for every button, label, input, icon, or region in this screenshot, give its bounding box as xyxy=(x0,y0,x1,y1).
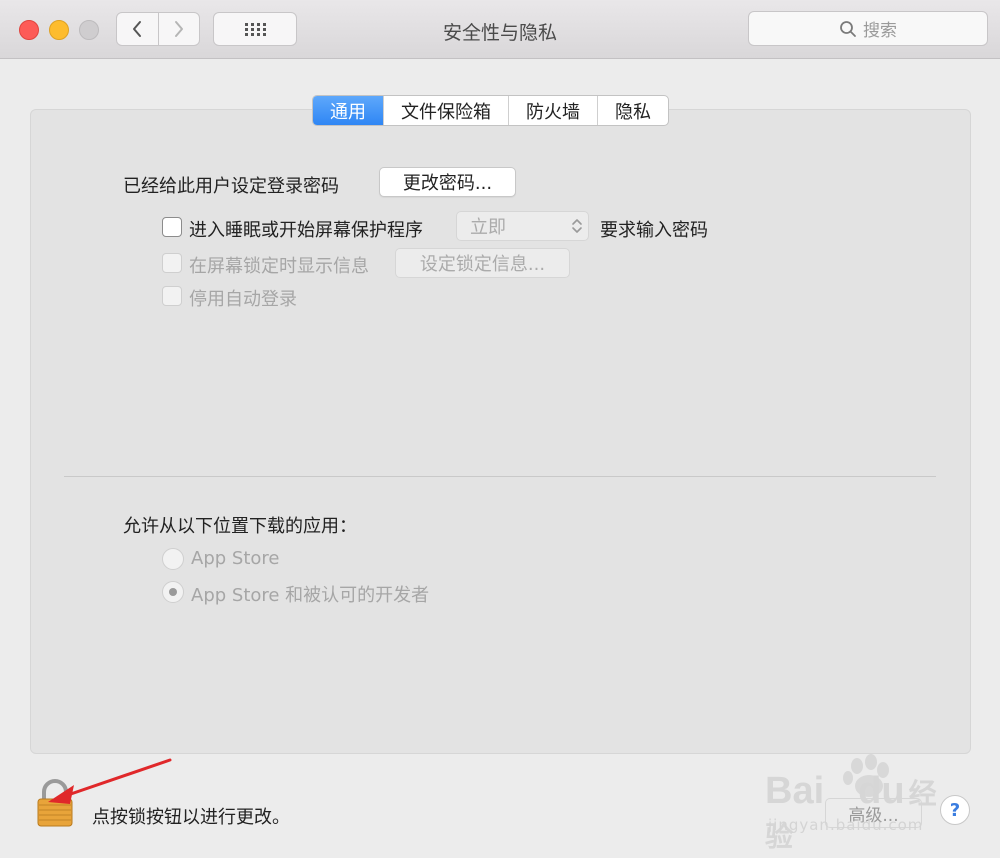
watermark-url: jingyan.baidu.com xyxy=(768,816,924,834)
baidu-watermark: Bai du 经验 jingyan.baidu.com xyxy=(765,752,945,852)
radio-app-store-identified-label: App Store 和被认可的开发者 xyxy=(191,585,430,606)
radio-selected-dot xyxy=(169,588,177,596)
disable-auto-login-label: 停用自动登录 xyxy=(189,289,297,310)
tab-privacy[interactable]: 隐私 xyxy=(597,96,668,125)
password-delay-value: 立即 xyxy=(470,217,506,238)
search-icon xyxy=(840,20,856,37)
tab-bar: 通用 文件保险箱 防火墙 隐私 xyxy=(312,95,669,126)
password-set-label: 已经给此用户设定登录密码 xyxy=(123,176,339,197)
search-placeholder: 搜索 xyxy=(863,21,897,41)
search-field[interactable]: 搜索 xyxy=(748,11,988,46)
password-delay-select[interactable]: 立即 xyxy=(456,211,589,241)
updown-chevron-icon xyxy=(572,219,582,233)
show-message-label: 在屏幕锁定时显示信息 xyxy=(189,256,369,277)
watermark-brand2: du xyxy=(858,770,905,812)
require-password-label: 进入睡眠或开始屏幕保护程序 xyxy=(189,220,423,241)
radio-app-store-label: App Store xyxy=(191,548,280,569)
set-lock-message-button[interactable]: 设定锁定信息... xyxy=(395,248,570,278)
require-password-checkbox[interactable] xyxy=(162,217,182,237)
tab-firewall[interactable]: 防火墙 xyxy=(508,96,597,125)
change-password-button[interactable]: 更改密码... xyxy=(379,167,516,197)
tab-general[interactable]: 通用 xyxy=(313,96,383,125)
disable-auto-login-checkbox[interactable] xyxy=(162,286,182,306)
radio-app-store[interactable] xyxy=(162,548,184,570)
require-password-suffix: 要求输入密码 xyxy=(600,220,708,241)
title-bar: 安全性与隐私 搜索 xyxy=(0,0,1000,59)
content-panel xyxy=(30,109,971,754)
radio-app-store-identified[interactable] xyxy=(162,581,184,603)
watermark-brand: Bai xyxy=(765,770,825,812)
show-message-checkbox[interactable] xyxy=(162,253,182,273)
allow-downloads-label: 允许从以下位置下载的应用： xyxy=(123,516,357,537)
tab-filevault[interactable]: 文件保险箱 xyxy=(383,96,508,125)
section-divider xyxy=(64,476,936,477)
red-arrow-annotation xyxy=(48,758,172,804)
